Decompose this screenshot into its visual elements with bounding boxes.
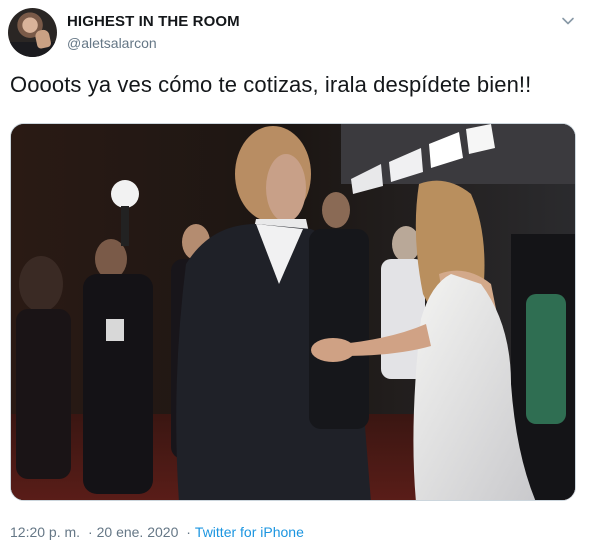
meta-separator: · — [87, 524, 93, 540]
tweet-meta: 12:20 p. m. · 20 ene. 2020 · Twitter for i… — [10, 522, 304, 542]
tweet-photo[interactable] — [10, 123, 576, 501]
user-handle[interactable]: @aletsalarcon — [67, 34, 240, 52]
display-name[interactable]: HIGHEST IN THE ROOM — [67, 13, 240, 31]
chevron-down-icon[interactable] — [561, 14, 575, 28]
tweet-text: Oooots ya ves cómo te cotizas, irala des… — [10, 72, 532, 97]
tweet-source-link[interactable]: Twitter for iPhone — [195, 524, 304, 540]
meta-separator-2: · — [186, 524, 191, 540]
tweet-time[interactable]: 12:20 p. m. — [10, 524, 80, 540]
user-block[interactable]: HIGHEST IN THE ROOM @aletsalarcon — [67, 13, 240, 52]
tweet-card: HIGHEST IN THE ROOM @aletsalarcon Oooots… — [0, 0, 590, 558]
avatar-hand — [34, 28, 52, 50]
avatar[interactable] — [8, 8, 57, 57]
tweet-date[interactable]: 20 ene. 2020 — [97, 524, 179, 540]
